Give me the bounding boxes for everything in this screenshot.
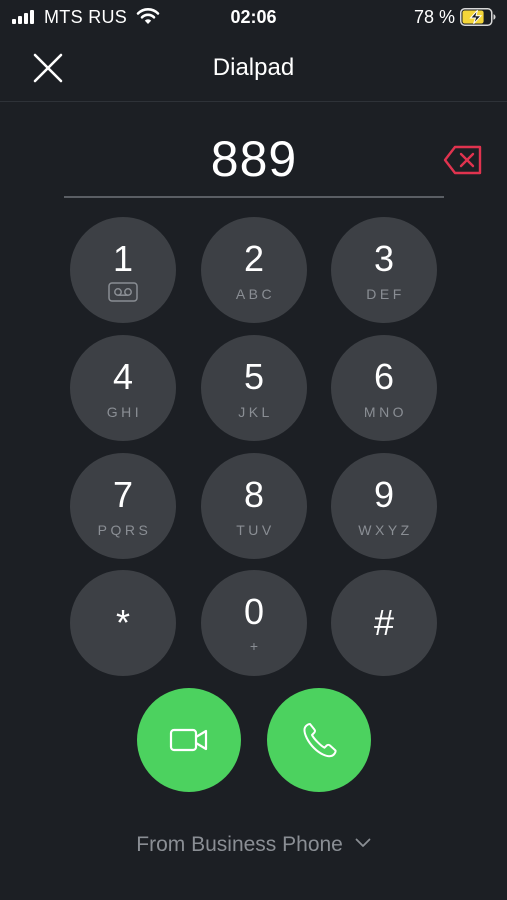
voice-call-button[interactable]: [267, 688, 371, 792]
key-digit: 8: [243, 474, 265, 515]
status-bar: MTS RUS 02:06 78 %: [0, 0, 507, 34]
key-digit: 0: [243, 591, 265, 632]
phone-icon: [303, 723, 337, 758]
from-line-label: From Business Phone: [136, 833, 343, 856]
key-hash[interactable]: #: [331, 570, 437, 676]
key-6[interactable]: 6 MNO: [331, 335, 437, 441]
key-letters: MNO: [363, 404, 408, 420]
key-letters: DEF: [366, 286, 405, 302]
battery-percentage: 78 %: [413, 7, 455, 27]
key-digit: 2: [243, 238, 265, 279]
key-2[interactable]: 2 ABC: [201, 217, 307, 323]
video-call-button[interactable]: [137, 688, 241, 792]
chevron-down-icon: [355, 839, 371, 848]
key-letters: PQRS: [97, 522, 152, 538]
key-digit: 3: [373, 238, 395, 279]
key-digit: *: [115, 602, 130, 643]
key-letters: GHI: [106, 404, 143, 420]
header-bar: Dialpad: [0, 34, 507, 102]
key-7[interactable]: 7 PQRS: [70, 453, 176, 559]
key-digit: 6: [373, 356, 395, 397]
page-title: Dialpad: [212, 54, 295, 81]
from-line-selector[interactable]: From Business Phone: [0, 833, 507, 857]
voicemail-icon: [108, 282, 138, 302]
key-9[interactable]: 9 WXYZ: [331, 453, 437, 559]
dialed-number-field[interactable]: 889: [64, 128, 444, 198]
key-letters: WXYZ: [358, 522, 413, 538]
key-8[interactable]: 8 TUV: [201, 453, 307, 559]
key-3[interactable]: 3 DEF: [331, 217, 437, 323]
battery-charging-icon: [460, 8, 496, 26]
video-camera-icon: [169, 728, 208, 752]
key-letters: ABC: [235, 286, 276, 302]
key-digit: #: [373, 602, 395, 643]
key-digit: 1: [112, 238, 134, 279]
key-digit: 9: [373, 474, 395, 515]
key-digit: 7: [112, 474, 134, 515]
key-star[interactable]: *: [70, 570, 176, 676]
key-plus-label: +: [249, 638, 259, 654]
backspace-icon[interactable]: [443, 144, 483, 176]
key-letters: JKL: [238, 404, 273, 420]
key-letters: TUV: [236, 522, 275, 538]
key-4[interactable]: 4 GHI: [70, 335, 176, 441]
key-digit: 4: [112, 356, 134, 397]
key-0[interactable]: 0 +: [201, 570, 307, 676]
key-5[interactable]: 5 JKL: [201, 335, 307, 441]
key-digit: 5: [243, 356, 265, 397]
key-1[interactable]: 1: [70, 217, 176, 323]
